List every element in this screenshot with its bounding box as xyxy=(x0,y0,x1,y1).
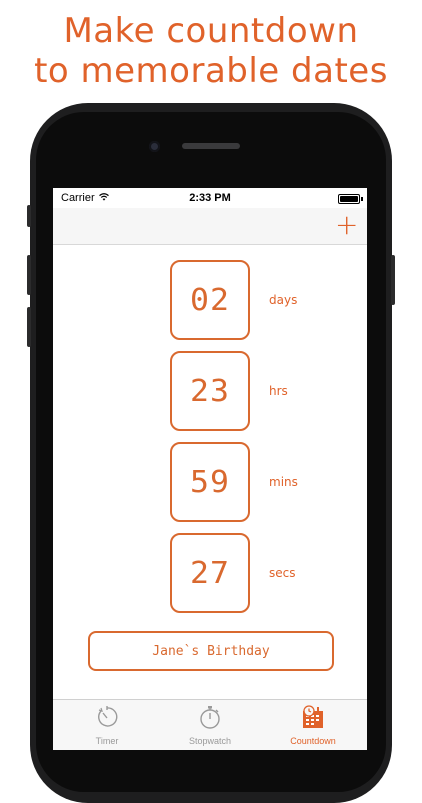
minutes-tile: 59 xyxy=(170,442,250,522)
countdown-calendar-icon xyxy=(303,705,323,728)
days-unit-label: days xyxy=(269,293,298,307)
volume-down-button xyxy=(27,307,31,347)
headline-line-2: to memorable dates xyxy=(34,51,388,91)
power-button xyxy=(391,255,395,305)
headline-line-1: Make countdown xyxy=(63,11,359,51)
tab-stopwatch[interactable]: Stopwatch xyxy=(158,700,262,750)
tab-bar: Timer Stopwatch Countdown xyxy=(53,699,367,750)
minutes-value: 59 xyxy=(189,464,231,500)
status-bar: Carrier 2:33 PM xyxy=(53,188,367,208)
earpiece-speaker xyxy=(182,143,240,149)
tab-timer[interactable]: Timer xyxy=(55,700,159,750)
battery-icon xyxy=(338,194,360,204)
hours-tile: 23 xyxy=(170,351,250,431)
tab-stopwatch-label: Stopwatch xyxy=(188,736,232,746)
hours-unit-label: hrs xyxy=(269,384,288,398)
battery-tip xyxy=(361,197,363,201)
nav-bar: + xyxy=(53,208,367,245)
add-countdown-button[interactable]: + xyxy=(335,211,358,239)
seconds-unit-label: secs xyxy=(269,566,296,580)
minutes-unit-label: mins xyxy=(269,475,298,489)
seconds-tile: 27 xyxy=(170,533,250,613)
event-name-button[interactable]: Jane`s Birthday xyxy=(88,631,334,671)
timer-icon xyxy=(98,706,118,727)
front-camera xyxy=(149,141,160,152)
hours-value: 23 xyxy=(189,373,231,409)
tab-countdown-label: Countdown xyxy=(290,736,336,746)
mute-switch xyxy=(27,205,31,227)
seconds-value: 27 xyxy=(189,555,231,591)
days-value: 02 xyxy=(189,282,231,318)
app-screen: Carrier 2:33 PM + 02 days 23 hrs 59 mins… xyxy=(53,188,367,750)
volume-up-button xyxy=(27,255,31,295)
status-time: 2:33 PM xyxy=(189,192,231,204)
tab-timer-label: Timer xyxy=(95,736,119,746)
days-tile: 02 xyxy=(170,260,250,340)
tab-countdown[interactable]: Countdown xyxy=(261,700,365,750)
stopwatch-icon xyxy=(200,706,220,729)
